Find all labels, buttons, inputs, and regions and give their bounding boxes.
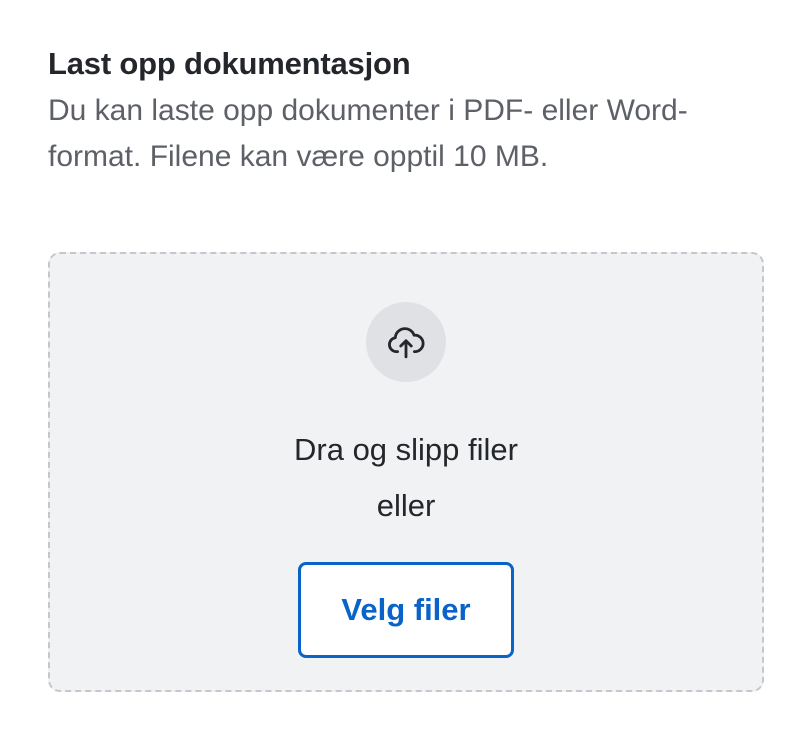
file-dropzone[interactable]: Dra og slipp filer eller Velg filer <box>48 252 764 692</box>
choose-files-button[interactable]: Velg filer <box>298 562 514 658</box>
upload-section: Last opp dokumentasjon Du kan laste opp … <box>48 42 764 180</box>
drag-drop-text: Dra og slipp filer <box>294 432 518 467</box>
cloud-upload-icon <box>388 327 425 359</box>
section-title: Last opp dokumentasjon <box>48 46 411 81</box>
upload-icon-circle <box>366 302 446 382</box>
section-description: Du kan laste opp dokumenter i PDF- eller… <box>48 94 688 173</box>
or-text: eller <box>376 488 436 523</box>
